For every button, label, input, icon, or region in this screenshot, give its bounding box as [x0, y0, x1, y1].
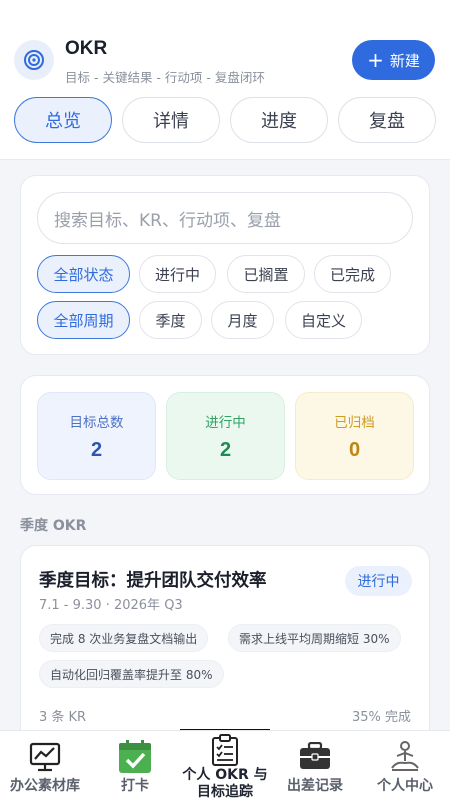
kr-count: 3 条 KR: [39, 710, 87, 725]
filter-period-month[interactable]: 月度: [211, 301, 274, 339]
new-button[interactable]: + 新建: [352, 40, 435, 80]
app-header: OKR 目标 - 关键结果 - 行动项 - 复盘闭环 + 新建 总览 详情 进度…: [0, 0, 450, 160]
stat-total-value: 2: [90, 438, 103, 461]
status-badge: 进行中: [345, 566, 412, 596]
okr-title: 季度目标：提升团队交付效率: [39, 571, 267, 591]
progress-text: 35% 完成: [351, 710, 411, 725]
stat-total-label: 目标总数: [69, 414, 124, 431]
page-title: OKR: [65, 38, 108, 59]
nav-label: 个人 OKR 与目标追踪: [182, 767, 268, 800]
nav-label: 办公素材库: [10, 778, 80, 794]
tab-overview[interactable]: 总览: [14, 97, 112, 143]
stat-in-progress-value: 2: [219, 438, 232, 461]
stat-in-progress-label: 进行中: [205, 414, 246, 431]
tab-details[interactable]: 详情: [122, 97, 220, 143]
nav-item-okr[interactable]: 个人 OKR 与目标追踪: [180, 731, 270, 800]
filter-status-on-hold[interactable]: 已搁置: [227, 255, 305, 293]
tab-bar: 总览 详情 进度 复盘: [14, 97, 436, 143]
filter-status-in-progress[interactable]: 进行中: [139, 255, 216, 293]
stat-archived-value: 0: [348, 438, 361, 461]
okr-card[interactable]: 季度目标：提升团队交付效率 进行中 7.1 - 9.30 · 2026年 Q3 …: [20, 545, 430, 755]
filter-card: 搜索目标、KR、行动项、复盘 全部状态 进行中 已搁置 已完成 全部周期 季度 …: [20, 175, 430, 355]
header-divider: [0, 159, 450, 160]
stats-card: 目标总数 2 进行中 2 已归档 0: [20, 375, 430, 495]
filter-period-all[interactable]: 全部周期: [37, 301, 130, 339]
filter-period-custom[interactable]: 自定义: [285, 301, 362, 339]
meditation-person-icon: [387, 739, 423, 775]
nav-item-checkin[interactable]: 打卡: [90, 731, 180, 800]
nav-label: 打卡: [121, 778, 149, 794]
kr-tag: 完成 8 次业务复盘文档输出: [39, 624, 209, 652]
stat-in-progress[interactable]: 进行中 2: [166, 392, 285, 480]
plus-icon: +: [367, 48, 384, 72]
page-subtitle: 目标 - 关键结果 - 行动项 - 复盘闭环: [65, 70, 265, 85]
filter-period-quarter[interactable]: 季度: [139, 301, 202, 339]
chart-monitor-icon: [27, 739, 63, 775]
nav-item-travel[interactable]: 出差记录: [270, 731, 360, 800]
filter-status-all[interactable]: 全部状态: [37, 255, 130, 293]
okr-period: 7.1 - 9.30 · 2026年 Q3: [39, 598, 183, 613]
check-calendar-icon: [117, 739, 153, 775]
kr-tag: 需求上线平均周期缩短 30%: [228, 624, 401, 652]
nav-label: 出差记录: [287, 778, 343, 794]
nav-label: 个人中心: [377, 778, 433, 794]
briefcase-icon: [297, 739, 333, 775]
filter-status-done[interactable]: 已完成: [314, 255, 391, 293]
nav-item-profile[interactable]: 个人中心: [360, 731, 450, 800]
section-title: 季度 OKR: [20, 518, 87, 534]
stat-total[interactable]: 目标总数 2: [37, 392, 156, 480]
nav-item-materials[interactable]: 办公素材库: [0, 731, 90, 800]
bottom-nav: 办公素材库 打卡 个人 OKR 与目标追踪 出差记录 个人中心: [0, 730, 450, 800]
search-input[interactable]: 搜索目标、KR、行动项、复盘: [37, 192, 413, 244]
tab-progress[interactable]: 进度: [230, 97, 328, 143]
stat-archived-label: 已归档: [334, 414, 375, 431]
new-button-label: 新建: [389, 51, 420, 70]
target-icon: [14, 40, 54, 80]
clipboard-list-icon: [207, 734, 243, 766]
kr-tag: 自动化回归覆盖率提升至 80%: [39, 660, 224, 688]
tab-review[interactable]: 复盘: [338, 97, 436, 143]
stat-archived[interactable]: 已归档 0: [295, 392, 414, 480]
